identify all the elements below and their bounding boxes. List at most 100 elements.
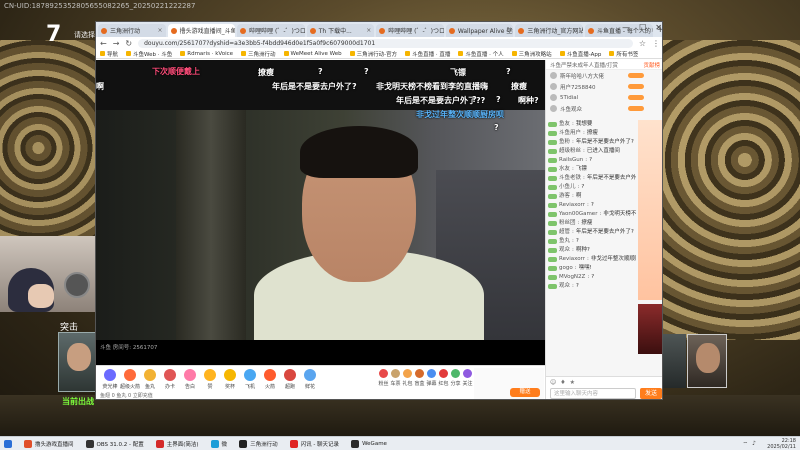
gift-icon[interactable]: ♦: [560, 379, 565, 386]
start-button[interactable]: [0, 438, 16, 450]
reload-icon[interactable]: ↻: [125, 39, 132, 48]
game-floor: [0, 395, 800, 436]
chat-input[interactable]: 这里输入聊天内容: [550, 388, 636, 399]
taskbar-app[interactable]: 三角洲行动: [235, 438, 282, 450]
chat-username[interactable]: Reviaxorr: [559, 255, 585, 264]
browser-tab[interactable]: Wallpaper Alive 壁纸×: [445, 24, 514, 37]
chat-username[interactable]: 鱼丸: [559, 237, 570, 246]
contribution-tab[interactable]: 贡献榜: [643, 61, 660, 69]
chat-username[interactable]: 观众: [559, 282, 570, 291]
bookmark-item[interactable]: WeMeet Alive Web: [283, 51, 342, 57]
chat-username[interactable]: MVogN2Z: [559, 273, 585, 282]
gift-item[interactable]: 赞: [200, 369, 220, 390]
gift-item[interactable]: 鱼丸: [140, 369, 160, 390]
volume-icon[interactable]: ♪: [752, 440, 756, 448]
chat-username[interactable]: gogo: [559, 264, 573, 273]
operator-card-side-b[interactable]: [687, 334, 727, 388]
rank-row[interactable]: 用户7258840: [546, 81, 662, 92]
browser-tab[interactable]: Th 下载中... ×: [306, 24, 375, 37]
gift-item[interactable]: 关注: [462, 369, 473, 387]
video-player[interactable]: 下次顺便戴上 撩瘦?? 飞镖? 啊年后是不是要去户外了? 非戈明天榜不榜看到李的直播嗨撩…: [96, 60, 545, 365]
forward-icon[interactable]: →: [113, 39, 120, 48]
maximize-icon[interactable]: ☐: [639, 23, 646, 32]
browser-tab[interactable]: 哔哩哔哩 (゜-゜)つロ×: [376, 24, 444, 37]
gift-item[interactable]: 礼包: [402, 369, 413, 387]
network-icon[interactable]: ⌔: [743, 440, 749, 448]
chat-username[interactable]: 斗鱼老铁: [559, 174, 581, 183]
bookmark-item[interactable]: 斗鱼直播 · 直播: [405, 50, 450, 58]
bookmark-item[interactable]: 斗鱼直播 · 个人: [458, 50, 504, 58]
chat-send-button[interactable]: 发送: [640, 388, 662, 399]
chat-username[interactable]: 超管: [559, 228, 570, 237]
chat-username[interactable]: 粉丝团: [559, 219, 576, 228]
taskbar-app[interactable]: 微: [207, 438, 232, 450]
taskbar-app[interactable]: 主界面(简洁): [152, 438, 203, 450]
back-icon[interactable]: ←: [100, 39, 107, 48]
chat-username[interactable]: 鱼粉: [559, 138, 570, 147]
taskbar-app[interactable]: OBS 31.0.2 - 配置: [82, 438, 148, 450]
taskbar-app[interactable]: WeGame: [347, 438, 391, 450]
gift-item[interactable]: 粉丝: [378, 369, 389, 387]
gift-item[interactable]: 告白: [180, 369, 200, 390]
chat-username[interactable]: 斗鱼用户: [559, 129, 581, 138]
taskbar-app[interactable]: 撸头游戏直播间: [20, 438, 78, 450]
taskbar-app[interactable]: 闪讯 - 聊天记录: [286, 438, 343, 450]
gift-item[interactable]: 办卡: [160, 369, 180, 390]
emoji-icon[interactable]: ☺: [550, 379, 556, 386]
operator-card-side-a[interactable]: [662, 334, 686, 388]
close-icon[interactable]: ✕: [655, 23, 662, 32]
system-clock[interactable]: 22:18 2025/02/11: [767, 438, 796, 450]
rank-row[interactable]: 斯年哈哈八方大佬: [546, 70, 662, 81]
minimize-icon[interactable]: —: [622, 23, 630, 32]
tab-close-icon[interactable]: ×: [158, 27, 163, 34]
bookmark-item[interactable]: 导航: [100, 50, 118, 58]
bookmark-item[interactable]: 斗鱼直播-App: [559, 50, 602, 58]
bookmark-item[interactable]: 三角洲行动: [241, 50, 276, 58]
menu-icon[interactable]: ⋮: [652, 39, 660, 48]
rank-row[interactable]: 斗鱼观众: [546, 103, 662, 114]
gift-item[interactable]: 超级火箭: [120, 369, 140, 390]
bookmark-item[interactable]: 三角洲行动-官方: [349, 50, 397, 58]
star-icon[interactable]: ☆: [639, 39, 646, 48]
bookmark-item[interactable]: 斗鱼Web · 斗鱼: [126, 50, 172, 58]
chat-username[interactable]: 超级粉丝: [559, 147, 581, 156]
chat-username[interactable]: Reviaxorr: [559, 201, 585, 210]
fan-badge-icon[interactable]: ★: [570, 379, 575, 386]
chat-username[interactable]: 鱼友: [559, 120, 570, 129]
chat-username[interactable]: 小鱼儿: [559, 183, 576, 192]
promo-tile[interactable]: [638, 304, 662, 354]
tab-close-icon[interactable]: ×: [366, 27, 371, 34]
gift-item[interactable]: 鲜花: [300, 369, 320, 390]
bookmark-label: 斗鱼直播-App: [566, 51, 602, 58]
tab-label: 撸头游戏直播间_斗鱼: [179, 28, 236, 35]
chat-username[interactable]: RailsGun: [559, 156, 583, 165]
gift-item[interactable]: 盲盒: [414, 369, 425, 387]
browser-tab[interactable]: 三角洲行动_官方网站×: [515, 24, 583, 37]
bookmark-item[interactable]: 所有书签: [609, 50, 638, 58]
rank-row[interactable]: 5Tidial: [546, 92, 662, 103]
chat-username[interactable]: 游客: [559, 192, 570, 201]
gift-item[interactable]: 分享: [450, 369, 461, 387]
url-input[interactable]: douyu.com/2561707?dyshid=a3e3bb5-f4bdd94…: [138, 38, 633, 48]
gift-item[interactable]: 超跑: [280, 369, 300, 390]
browser-tab[interactable]: 撸头游戏直播间_斗鱼×: [167, 24, 236, 37]
promo-banner[interactable]: [638, 120, 662, 300]
browser-tab[interactable]: 三角洲行动 ×: [98, 24, 166, 37]
gift-item[interactable]: 奖杯: [220, 369, 240, 390]
chat-separator: :: [572, 193, 574, 199]
gift-send-button[interactable]: 赠送: [510, 388, 540, 397]
gift-item[interactable]: 荧光棒: [100, 369, 120, 390]
chat-username[interactable]: Yaon00Gamer: [559, 210, 597, 219]
operator-card[interactable]: [58, 332, 98, 392]
chat-username[interactable]: 水友: [559, 165, 570, 174]
gift-item[interactable]: 红包: [438, 369, 449, 387]
gift-item[interactable]: 车票: [390, 369, 401, 387]
gift-item[interactable]: 飞机: [240, 369, 260, 390]
bookmark-item[interactable]: Rdmaris · kVoice: [180, 51, 233, 57]
gift-item[interactable]: 弹幕: [426, 369, 437, 387]
bookmark-item[interactable]: 三角洲攻略站: [511, 50, 552, 58]
browser-tab[interactable]: 哔哩哔哩 (゜-゜)つロ×: [237, 24, 305, 37]
gift-item[interactable]: 火箭: [260, 369, 280, 390]
chat-username[interactable]: 观众: [559, 246, 570, 255]
chat-message-list[interactable]: 鱼友: 我想要 斗鱼用户: 撩瘦 鱼粉: 年后是不是要去户外了? 超级粉丝: 已进入直播间 Ra…: [546, 120, 636, 370]
